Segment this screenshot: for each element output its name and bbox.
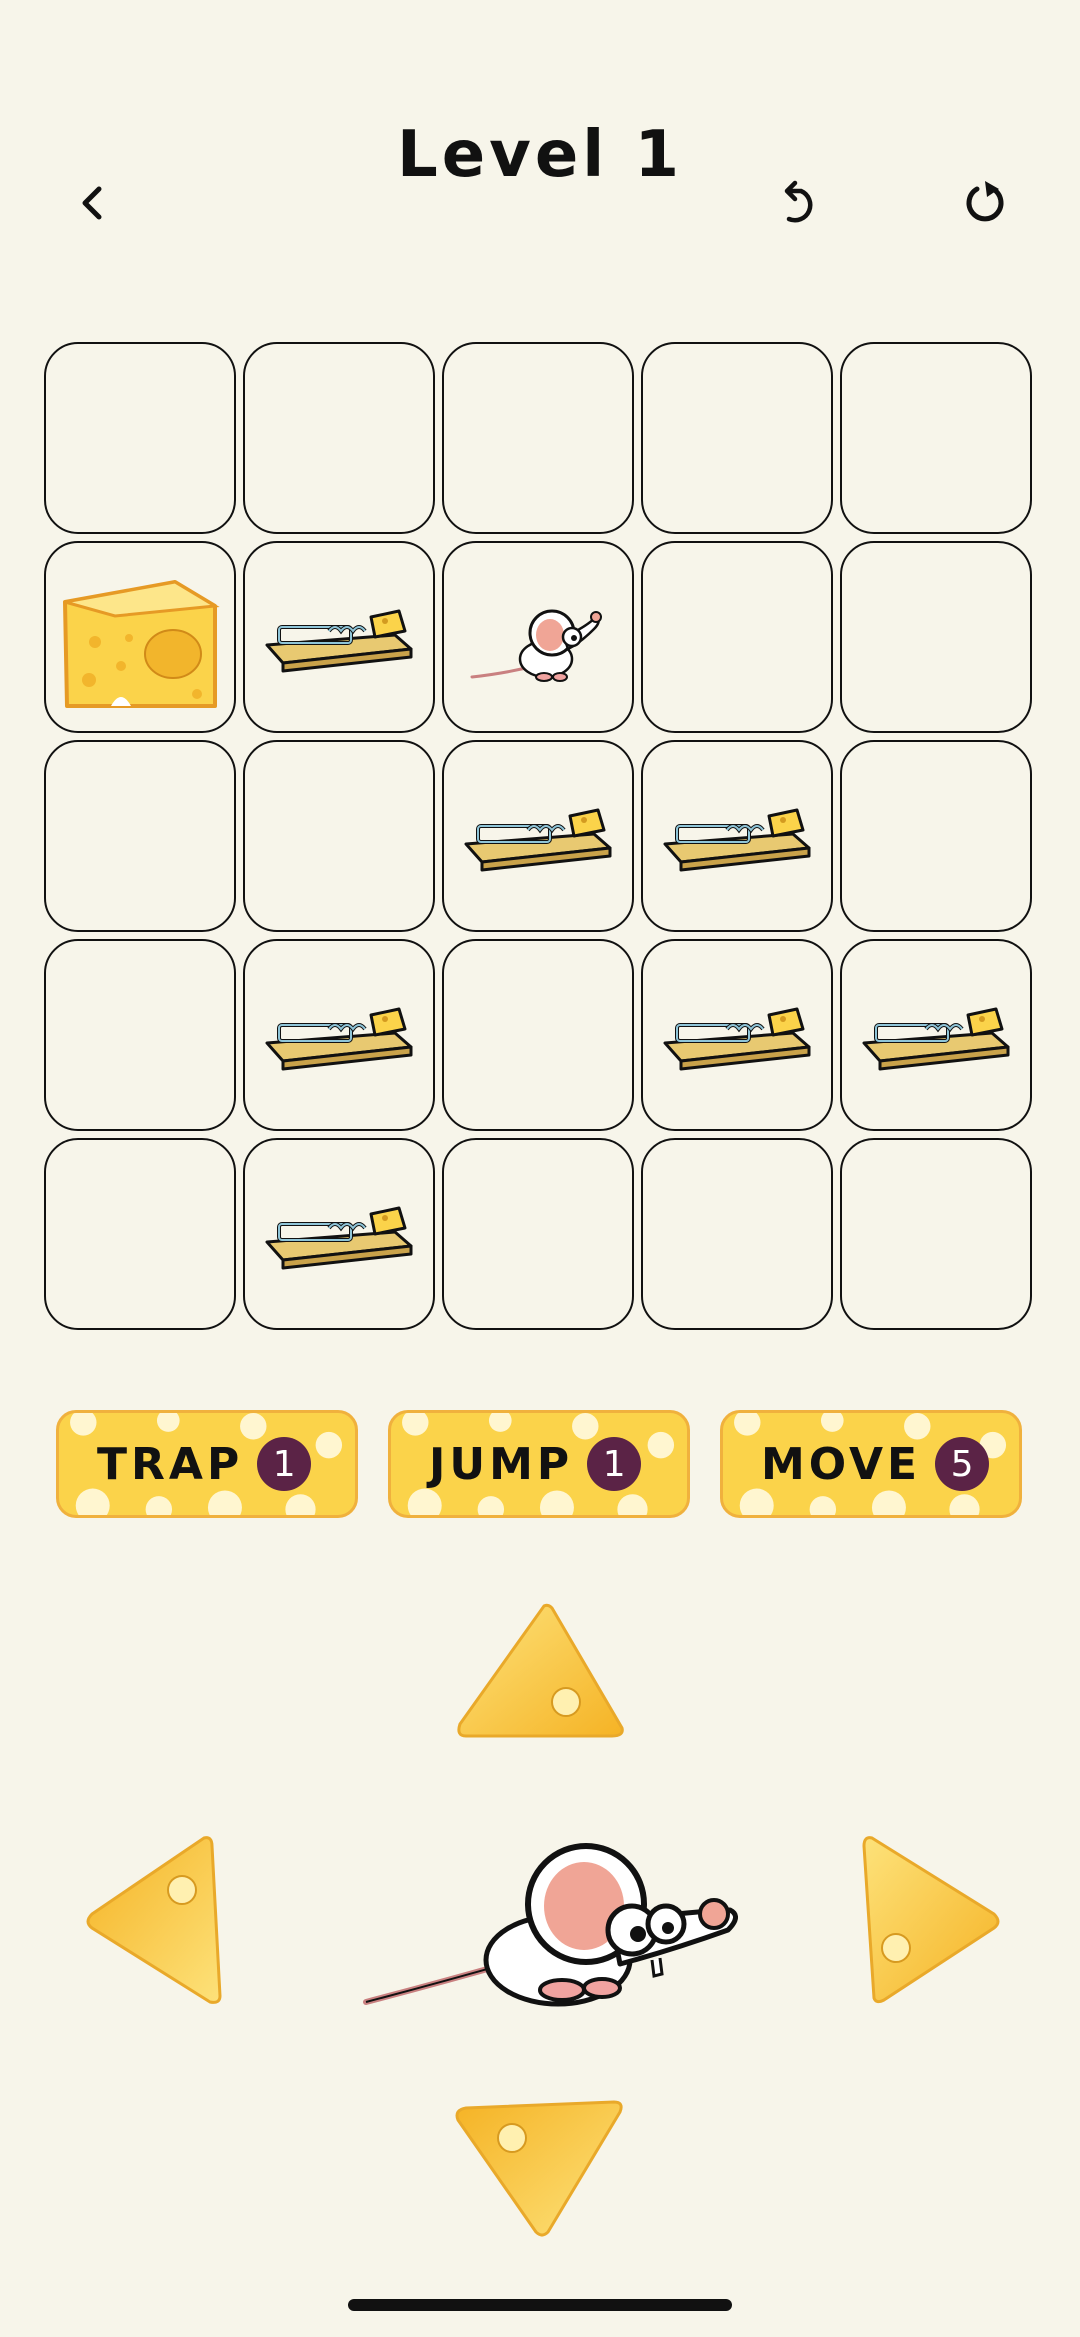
cheese-wedge-icon — [455, 2100, 623, 2237]
chevron-left-icon — [82, 186, 102, 220]
back-button[interactable] — [48, 158, 138, 248]
move-up-button[interactable] — [452, 1600, 628, 1740]
mousetrap-icon — [265, 1206, 413, 1270]
board-cell-3-4[interactable] — [840, 939, 1032, 1131]
move-power-button[interactable]: MOVE 5 — [720, 1410, 1022, 1518]
board-cell-0-3[interactable] — [641, 342, 833, 534]
jump-power-button[interactable]: JUMP 1 — [388, 1410, 690, 1518]
board-cell-2-0[interactable] — [44, 740, 236, 932]
board-cell-2-4[interactable] — [840, 740, 1032, 932]
restart-icon — [966, 181, 1004, 222]
move-down-button[interactable] — [452, 2096, 628, 2240]
board-cell-3-3[interactable] — [641, 939, 833, 1131]
board-cell-4-1[interactable] — [243, 1138, 435, 1330]
move-left-button[interactable] — [80, 1832, 230, 2008]
power-label: JUMP — [429, 1438, 574, 1490]
power-count-badge: 1 — [587, 1437, 642, 1491]
mousetrap-icon — [663, 1007, 811, 1071]
power-count-badge: 5 — [935, 1437, 990, 1491]
board-cell-2-1[interactable] — [243, 740, 435, 932]
board-cell-0-1[interactable] — [243, 342, 435, 534]
board-cell-1-4[interactable] — [840, 541, 1032, 733]
restart-button[interactable] — [940, 158, 1030, 248]
power-count-badge: 1 — [257, 1437, 312, 1491]
board-cell-1-3[interactable] — [641, 541, 833, 733]
board-cell-1-1[interactable] — [243, 541, 435, 733]
board-cell-0-4[interactable] — [840, 342, 1032, 534]
board-cell-3-1[interactable] — [243, 939, 435, 1131]
mousetrap-icon — [663, 808, 811, 872]
cheese-wedge-icon — [862, 1836, 1000, 2004]
cheese-icon — [63, 580, 220, 708]
mousetrap-icon — [265, 609, 413, 673]
power-label: TRAP — [97, 1438, 244, 1490]
cheese-wedge-icon — [457, 1603, 624, 1738]
move-right-button[interactable] — [856, 1832, 1006, 2008]
power-label: MOVE — [761, 1438, 922, 1490]
board-cell-4-0[interactable] — [44, 1138, 236, 1330]
board-cell-1-0[interactable] — [44, 541, 236, 733]
board-cell-4-4[interactable] — [840, 1138, 1032, 1330]
board-cell-4-2[interactable] — [442, 1138, 634, 1330]
home-indicator — [348, 2299, 732, 2311]
board-cell-0-2[interactable] — [442, 342, 634, 534]
mousetrap-icon — [265, 1007, 413, 1071]
mouse-icon — [470, 609, 602, 682]
undo-button[interactable] — [752, 158, 842, 248]
mousetrap-icon — [862, 1007, 1010, 1071]
undo-icon — [784, 180, 813, 223]
mouse-character-icon — [363, 1843, 738, 2007]
board-cell-3-2[interactable] — [442, 939, 634, 1131]
board-cell-2-3[interactable] — [641, 740, 833, 932]
game-board — [44, 342, 1036, 1332]
board-cell-4-3[interactable] — [641, 1138, 833, 1330]
board-cell-2-2[interactable] — [442, 740, 634, 932]
trap-power-button[interactable]: TRAP 1 — [56, 1410, 358, 1518]
mousetrap-icon — [464, 808, 612, 872]
page-title: Level 1 — [396, 118, 684, 192]
board-cell-3-0[interactable] — [44, 939, 236, 1131]
cheese-wedge-icon — [86, 1836, 222, 2004]
board-cell-1-2[interactable] — [442, 541, 634, 733]
board-cell-0-0[interactable] — [44, 342, 236, 534]
